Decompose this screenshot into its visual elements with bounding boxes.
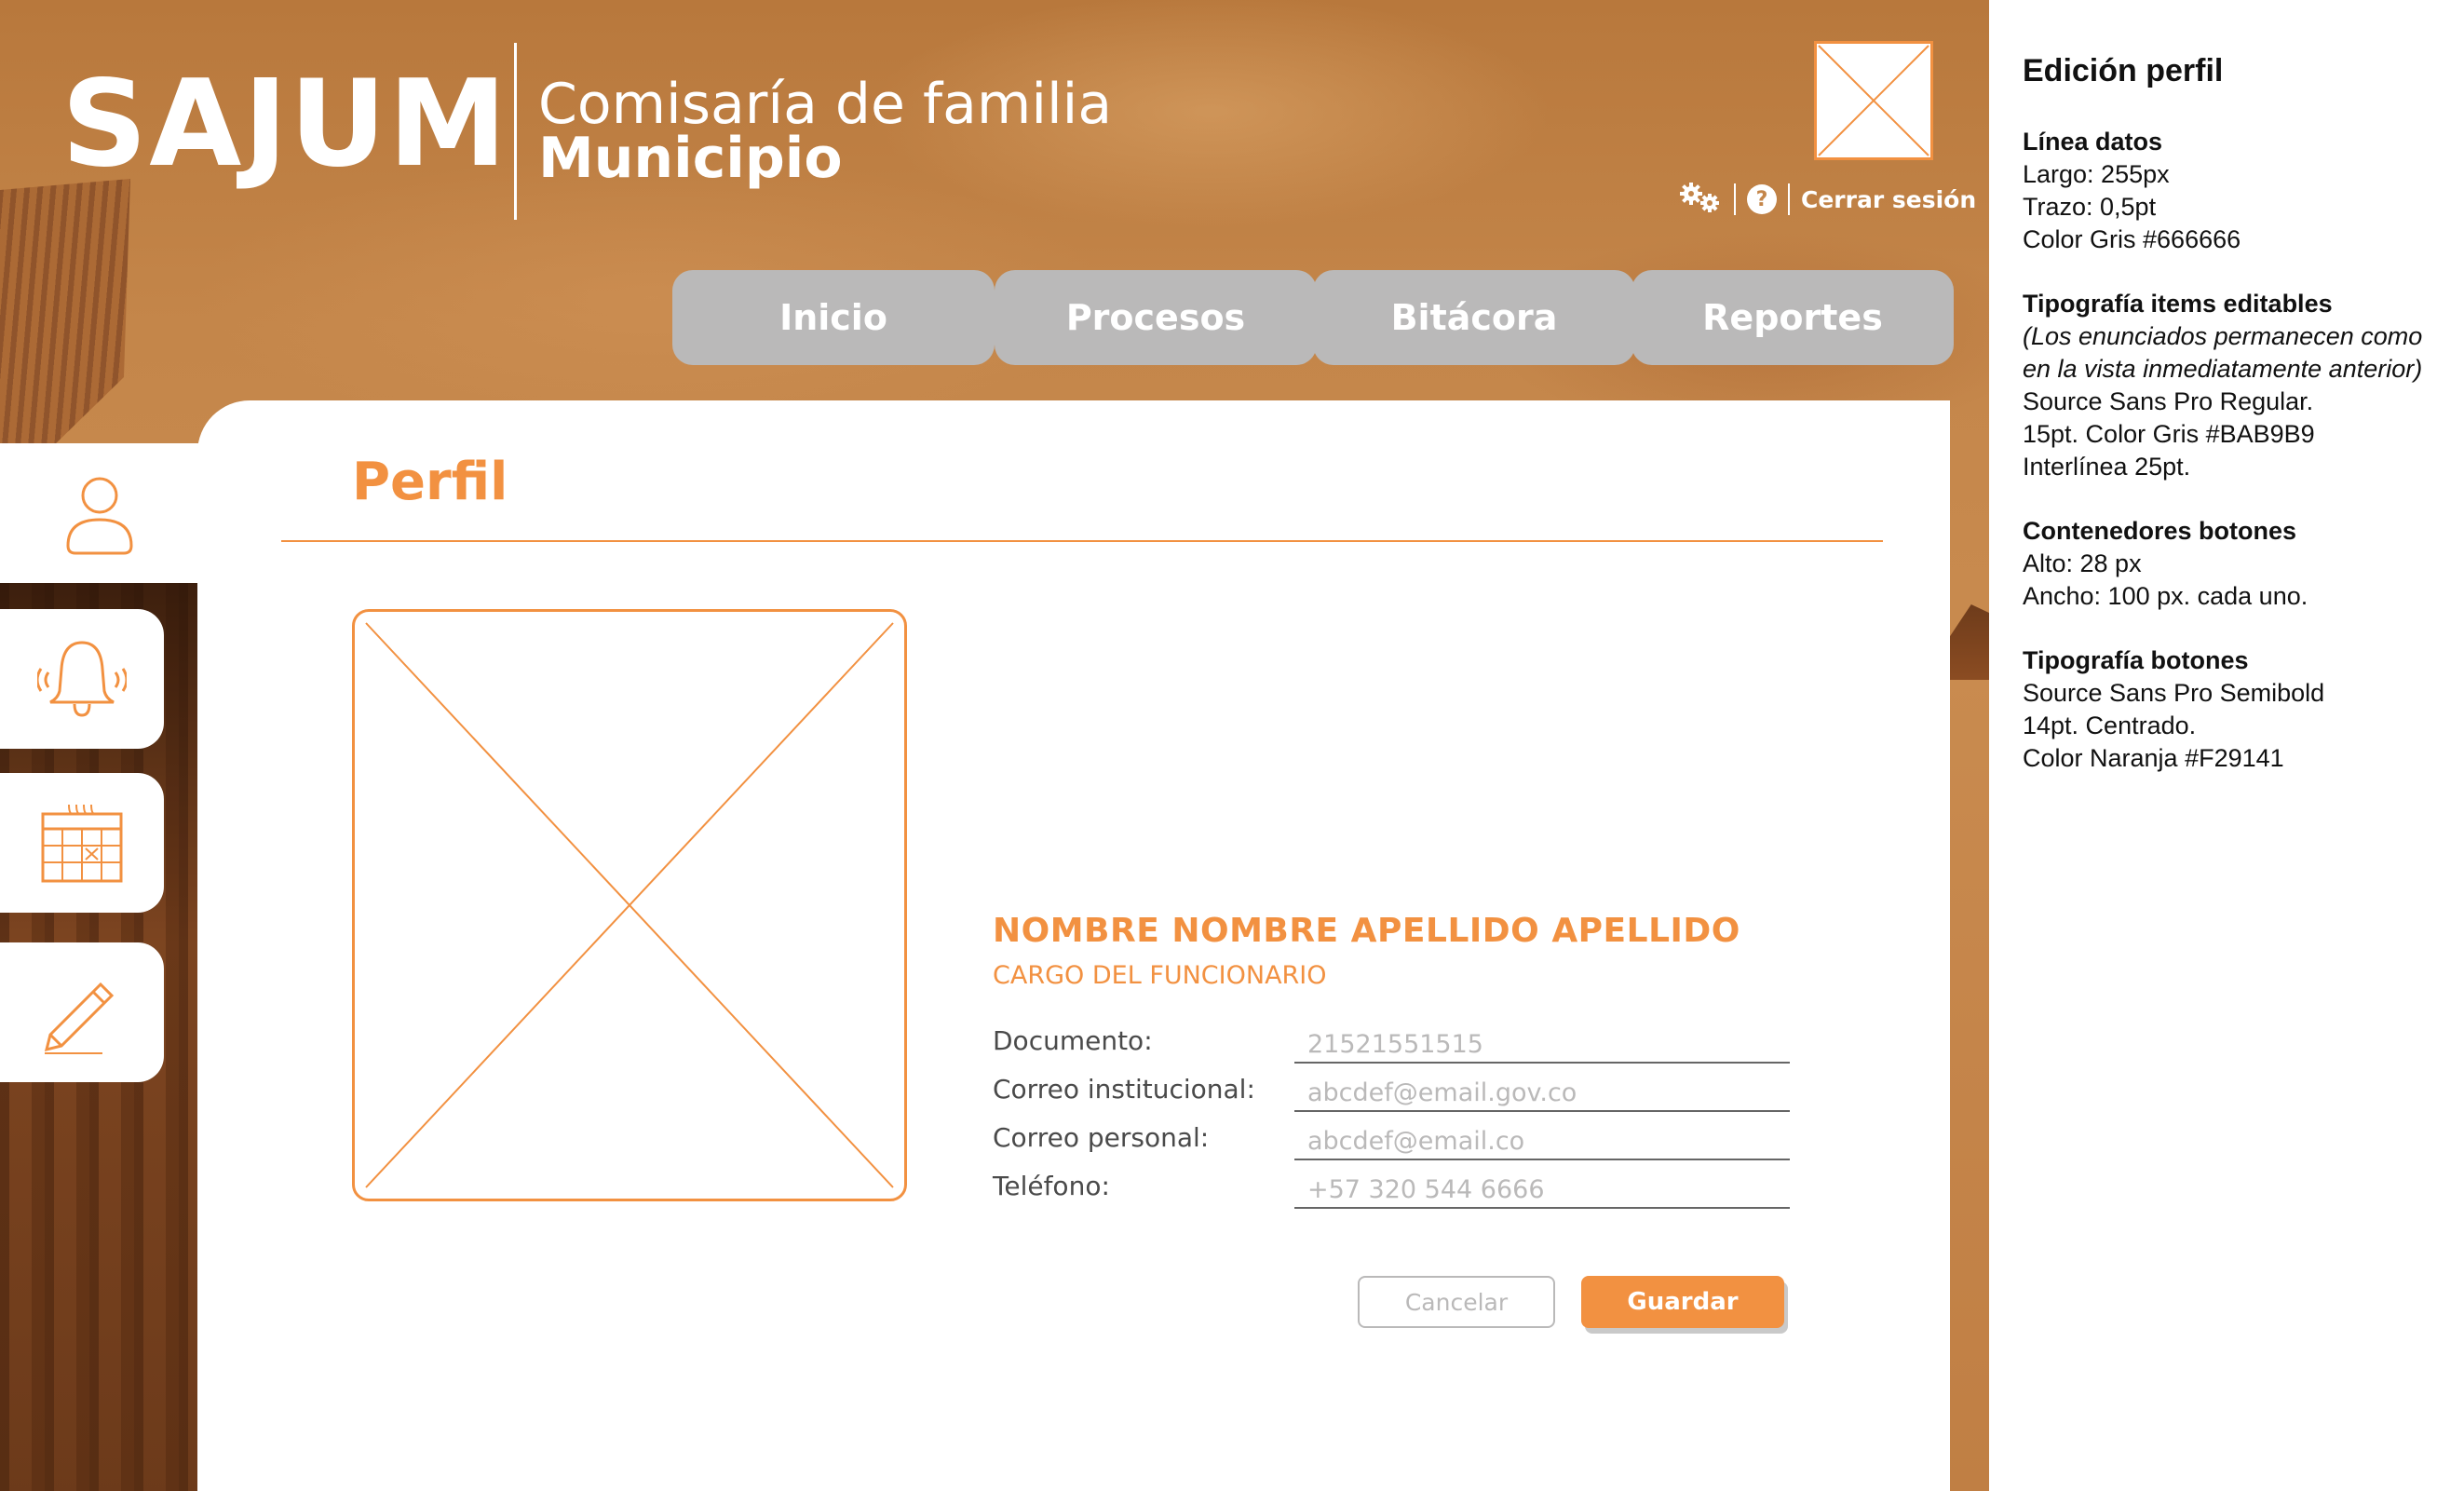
- note-heading: Contenedores botones: [2023, 516, 2297, 545]
- note-line: Interlínea 25pt.: [2023, 452, 2191, 481]
- sidebar-item-notificaciones[interactable]: [0, 609, 164, 749]
- house-roof-photo: [0, 179, 130, 447]
- logo-divider: [514, 43, 517, 220]
- cancel-button[interactable]: Cancelar: [1358, 1276, 1555, 1328]
- field-label: Teléfono:: [993, 1171, 1110, 1201]
- note-line: Color Naranja #F29141: [2023, 743, 2284, 772]
- utility-divider: [1734, 183, 1736, 215]
- sidebar-item-perfil[interactable]: [0, 443, 199, 583]
- nav-item-procesos[interactable]: Procesos: [995, 270, 1317, 365]
- nav-item-reportes[interactable]: Reportes: [1631, 270, 1954, 365]
- correo-personal-input[interactable]: [1294, 1116, 1790, 1160]
- field-label: Correo institucional:: [993, 1074, 1255, 1105]
- nav-item-bitacora[interactable]: Bitácora: [1313, 270, 1635, 365]
- user-avatar[interactable]: [1814, 41, 1933, 160]
- spec-notes: Edición perfil Línea datos Largo: 255px …: [2023, 52, 2460, 806]
- pencil-icon: [44, 982, 115, 1054]
- note-line: Ancho: 100 px. cada uno.: [2023, 581, 2308, 610]
- field-correo-personal: Correo personal:: [993, 1116, 1790, 1164]
- calendar-icon: [41, 804, 123, 883]
- field-telefono: Teléfono:: [993, 1164, 1790, 1213]
- note-block: Tipografía botones Source Sans Pro Semib…: [2023, 644, 2460, 775]
- note-block: Contenedores botones Alto: 28 px Ancho: …: [2023, 515, 2460, 613]
- page-title: Perfil: [352, 452, 508, 512]
- sidebar-item-calendario[interactable]: [0, 773, 164, 913]
- field-label: Documento:: [993, 1025, 1153, 1056]
- image-placeholder-icon: [365, 622, 894, 1188]
- correo-institucional-input[interactable]: [1294, 1067, 1790, 1112]
- utility-divider: [1788, 183, 1790, 215]
- note-heading: Línea datos: [2023, 127, 2163, 156]
- note-block: Tipografía items editables (Los enunciad…: [2023, 288, 2460, 483]
- field-correo-institucional: Correo institucional:: [993, 1067, 1790, 1116]
- help-icon[interactable]: ?: [1747, 184, 1777, 214]
- note-line: Source Sans Pro Regular.: [2023, 386, 2314, 415]
- documento-input[interactable]: [1294, 1019, 1790, 1064]
- profile-photo[interactable]: [352, 609, 907, 1201]
- gears-icon[interactable]: [1678, 181, 1723, 218]
- image-placeholder-icon: [1818, 45, 1929, 156]
- app-logo: SAJUM: [61, 55, 509, 194]
- note-italic-line: en la vista inmediatamente anterior): [2023, 354, 2423, 383]
- note-block: Línea datos Largo: 255px Trazo: 0,5pt Co…: [2023, 126, 2460, 256]
- user-icon: [66, 477, 133, 555]
- logout-link[interactable]: Cerrar sesión: [1801, 186, 1976, 213]
- org-subtitle: Municipio: [538, 126, 843, 191]
- note-line: Source Sans Pro Semibold: [2023, 678, 2325, 707]
- telefono-input[interactable]: [1294, 1164, 1790, 1209]
- notes-title: Edición perfil: [2023, 53, 2224, 88]
- note-line: 15pt. Color Gris #BAB9B9: [2023, 419, 2315, 448]
- nav-item-inicio[interactable]: Inicio: [672, 270, 995, 365]
- field-label: Correo personal:: [993, 1122, 1210, 1153]
- profile-name: NOMBRE NOMBRE APELLIDO APELLIDO: [993, 912, 1740, 950]
- save-button[interactable]: Guardar: [1581, 1276, 1784, 1328]
- main-nav: Inicio Procesos Bitácora Reportes: [672, 270, 1954, 365]
- note-heading: Tipografía botones: [2023, 645, 2249, 674]
- note-heading: Tipografía items editables: [2023, 289, 2333, 318]
- bell-icon: [37, 641, 127, 717]
- field-documento: Documento:: [993, 1019, 1790, 1067]
- note-italic-line: (Los enunciados permanecen como: [2023, 321, 2423, 350]
- note-line: Color Gris #666666: [2023, 224, 2241, 253]
- title-divider: [281, 540, 1883, 542]
- org-title: Comisaría de familia: [538, 72, 1113, 137]
- utility-bar: ? Cerrar sesión: [1678, 181, 1976, 218]
- note-line: Trazo: 0,5pt: [2023, 192, 2157, 221]
- sidebar-item-editar[interactable]: [0, 942, 164, 1082]
- note-line: Largo: 255px: [2023, 159, 2170, 188]
- profile-role: CARGO DEL FUNCIONARIO: [993, 961, 1327, 990]
- note-line: Alto: 28 px: [2023, 549, 2142, 577]
- note-line: 14pt. Centrado.: [2023, 711, 2197, 739]
